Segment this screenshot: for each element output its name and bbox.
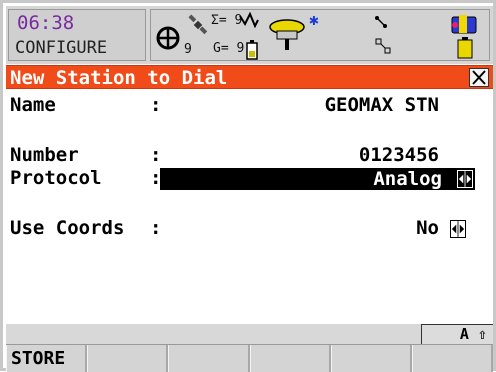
dialog-title: New Station to Dial bbox=[10, 67, 228, 89]
memory-card-icon bbox=[451, 15, 477, 34]
radio-battery-icon bbox=[246, 40, 258, 60]
network-icon bbox=[375, 38, 391, 54]
protocol-row[interactable]: Protocol : Analog bbox=[6, 167, 493, 191]
use-coords-value[interactable]: No bbox=[416, 217, 439, 239]
time-mode-box: 06:38 CONFIGURE bbox=[8, 9, 146, 61]
position-mode-icon bbox=[156, 26, 180, 50]
battery-icon bbox=[457, 37, 473, 59]
link-icon bbox=[375, 16, 387, 28]
name-label: Name bbox=[10, 94, 56, 116]
satellite-icon bbox=[188, 14, 208, 35]
name-row[interactable]: Name : GEOMAX STN bbox=[6, 94, 493, 118]
name-value[interactable]: GEOMAX STN bbox=[325, 94, 439, 116]
use-coords-label: Use Coords bbox=[10, 217, 125, 239]
f1-store-button[interactable]: STORE bbox=[6, 345, 88, 372]
number-colon: : bbox=[150, 144, 162, 166]
dialog-title-bar: New Station to Dial bbox=[6, 65, 493, 89]
protocol-value: Analog bbox=[373, 168, 442, 190]
satellite-count: 9 bbox=[184, 42, 192, 57]
f4-button[interactable] bbox=[249, 345, 331, 372]
use-coords-colon: : bbox=[150, 217, 162, 239]
signal-wave-icon bbox=[239, 12, 259, 28]
device-screen: 06:38 CONFIGURE 9 Σ= 9 G= 9 ✱ New Statio… bbox=[0, 0, 496, 372]
left-right-arrows-icon[interactable] bbox=[450, 220, 466, 238]
softkey-hint-bar: A ⇧ bbox=[6, 324, 493, 344]
number-value[interactable]: 0123456 bbox=[359, 144, 439, 166]
bluetooth-icon: ✱ bbox=[309, 10, 319, 29]
number-label: Number bbox=[10, 144, 79, 166]
f6-button[interactable] bbox=[411, 345, 494, 372]
status-bar: 06:38 CONFIGURE 9 Σ= 9 G= 9 ✱ bbox=[6, 6, 493, 64]
f2-button[interactable] bbox=[87, 345, 169, 372]
sigma-label: Σ= 9 bbox=[211, 13, 243, 28]
close-icon bbox=[472, 70, 486, 85]
f5-button[interactable] bbox=[330, 345, 412, 372]
mode-label: CONFIGURE bbox=[15, 38, 108, 58]
function-key-bar: STORE bbox=[6, 344, 494, 372]
name-colon: : bbox=[150, 94, 162, 116]
close-button[interactable] bbox=[469, 68, 489, 87]
clock-time: 06:38 bbox=[17, 12, 75, 34]
protocol-selector[interactable]: Analog bbox=[160, 168, 475, 190]
f3-button[interactable] bbox=[168, 345, 250, 372]
glonass-label: G= 9 bbox=[213, 41, 245, 56]
input-mode-indicator: A ⇧ bbox=[421, 324, 493, 344]
protocol-label: Protocol bbox=[10, 167, 102, 189]
gnss-antenna-icon bbox=[269, 19, 305, 50]
left-right-arrows-icon[interactable] bbox=[457, 170, 473, 188]
number-row[interactable]: Number : 0123456 bbox=[6, 144, 493, 168]
use-coords-row[interactable]: Use Coords : No bbox=[6, 217, 493, 241]
status-icons: 9 Σ= 9 G= 9 ✱ bbox=[150, 9, 490, 61]
